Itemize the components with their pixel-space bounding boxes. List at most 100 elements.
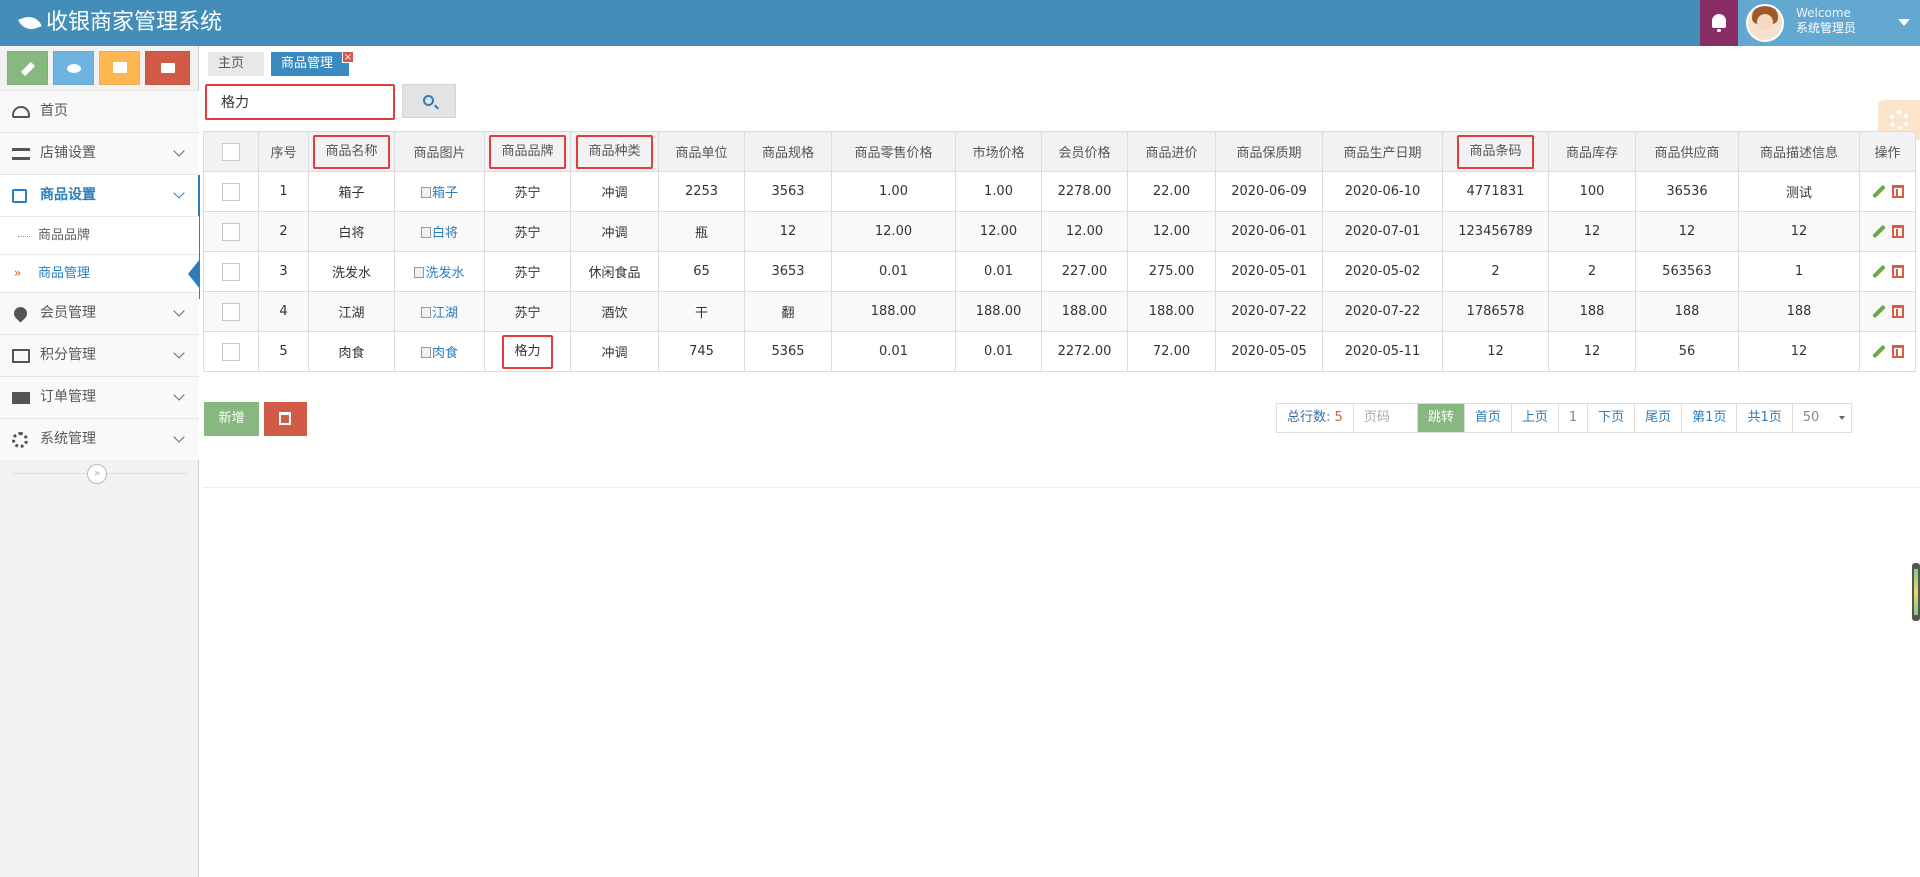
prev-page-button[interactable]: 上页	[1512, 404, 1559, 432]
last-page-button[interactable]: 尾页	[1635, 404, 1683, 432]
table-cell: 酒饮	[570, 291, 659, 332]
sidebar-collapse-button[interactable]: »	[87, 464, 107, 484]
column-header[interactable]: 商品供应商	[1635, 131, 1739, 172]
page-number-input[interactable]: 页码	[1354, 404, 1418, 432]
broken-image-icon	[420, 227, 431, 238]
trash-icon[interactable]	[1891, 185, 1904, 198]
tab-home[interactable]: 主页	[208, 52, 264, 76]
caret-down-icon	[1898, 19, 1910, 26]
product-table: 序号 商品名称 商品图片 商品品牌 商品种类 商品单位 商品规格 商品零售价格 …	[203, 131, 1916, 372]
edit-icon[interactable]	[1872, 345, 1885, 358]
shortcut-pencil-button[interactable]	[7, 51, 48, 85]
edit-icon[interactable]	[1872, 305, 1885, 318]
table-cell: 188.00	[1041, 291, 1128, 332]
table-cell: 0.01	[955, 331, 1042, 372]
sidebar-item-home[interactable]: 首页	[0, 90, 199, 132]
sidebar-subitem-brands[interactable]: 商品品牌	[0, 216, 199, 254]
shortcut-eye-button[interactable]	[53, 51, 94, 85]
column-header[interactable]: 商品单位	[658, 131, 745, 172]
column-header[interactable]: 序号	[258, 131, 309, 172]
row-checkbox[interactable]	[222, 262, 240, 281]
column-header[interactable]: 商品规格	[744, 131, 832, 172]
add-button[interactable]: 新增	[204, 402, 259, 436]
row-checkbox[interactable]	[222, 302, 240, 321]
product-image-link[interactable]: 洗发水	[414, 266, 465, 281]
user-menu[interactable]: Welcome 系统管理员	[1738, 0, 1920, 46]
column-header[interactable]: 会员价格	[1041, 131, 1128, 172]
trash-icon[interactable]	[1891, 345, 1904, 358]
column-header[interactable]: 商品库存	[1548, 131, 1636, 172]
page-size-select[interactable]: 50	[1793, 404, 1851, 432]
table-cell: 休闲食品	[570, 251, 659, 292]
table-cell: 5365	[744, 331, 832, 372]
shortcut-book-button[interactable]	[99, 51, 140, 85]
product-image-link[interactable]: 江湖	[420, 306, 458, 321]
search-input[interactable]	[221, 92, 381, 112]
trash-icon[interactable]	[1891, 305, 1904, 318]
column-header[interactable]: 商品进价	[1127, 131, 1216, 172]
search-button[interactable]	[402, 84, 456, 118]
table-cell: 5	[258, 331, 309, 372]
table-cell: 2020-05-02	[1322, 251, 1443, 292]
trash-icon[interactable]	[1891, 225, 1904, 238]
sidebar-item-system[interactable]: 系统管理	[0, 418, 199, 460]
table-cell: 3653	[744, 251, 832, 292]
sidebar-item-product-settings[interactable]: 商品设置	[0, 174, 200, 299]
edit-icon[interactable]	[1872, 185, 1885, 198]
scrollbar-thumb[interactable]	[1912, 563, 1920, 621]
first-page-button[interactable]: 首页	[1465, 404, 1512, 432]
current-page-number[interactable]: 1	[1559, 404, 1589, 432]
edit-icon[interactable]	[1872, 265, 1885, 278]
table-cell: 65	[658, 251, 745, 292]
table-cell: 12	[1738, 331, 1860, 372]
table-cell: 2020-07-01	[1322, 211, 1443, 252]
batch-delete-button[interactable]	[264, 402, 307, 436]
column-header[interactable]: 商品种类	[570, 131, 659, 172]
column-header[interactable]: 商品保质期	[1215, 131, 1323, 172]
column-header: 操作	[1859, 131, 1916, 172]
row-checkbox[interactable]	[222, 222, 240, 241]
column-header[interactable]: 商品生产日期	[1322, 131, 1443, 172]
sidebar-item-orders[interactable]: 订单管理	[0, 376, 199, 418]
close-icon[interactable]: ×	[342, 51, 354, 63]
table-row: 3 洗发水 洗发水 苏宁 休闲食品 65 3653 0.01 0.01 227.…	[203, 251, 1916, 292]
chevron-down-icon	[173, 145, 185, 157]
table-cell: 12.00	[831, 211, 956, 252]
sidebar-item-store-settings[interactable]: 店铺设置	[0, 132, 199, 174]
jump-button[interactable]: 跳转	[1417, 404, 1465, 432]
column-header[interactable]: 市场价格	[955, 131, 1042, 172]
column-header[interactable]: 商品描述信息	[1738, 131, 1860, 172]
table-cell: 冲调	[570, 211, 659, 252]
notifications-button[interactable]	[1700, 0, 1738, 46]
row-checkbox[interactable]	[222, 342, 240, 361]
column-header[interactable]: 商品零售价格	[831, 131, 956, 172]
table-cell: 275.00	[1127, 251, 1216, 292]
sidebar-subitem-label: 商品品牌	[38, 228, 91, 243]
table-cell: 2	[258, 211, 309, 252]
trash-icon[interactable]	[1891, 265, 1904, 278]
shortcut-folder-button[interactable]	[145, 51, 190, 85]
column-header[interactable]: 商品图片	[394, 131, 485, 172]
sidebar-subitem-product-management[interactable]: » 商品管理	[0, 254, 200, 292]
column-header[interactable]: 商品名称	[308, 131, 395, 172]
sidebar-item-points[interactable]: 积分管理	[0, 334, 199, 376]
table-cell: 0.01	[831, 251, 956, 292]
sidebar-item-members[interactable]: 会员管理	[0, 292, 199, 334]
column-header[interactable]: 商品品牌	[484, 131, 571, 172]
app-brand[interactable]: 收银商家管理系统	[18, 0, 222, 46]
product-image-link[interactable]: 白将	[420, 226, 458, 241]
table-cell: 123456789	[1442, 211, 1549, 252]
table-cell: 36536	[1635, 171, 1739, 212]
highlighted-header: 商品名称	[313, 134, 390, 169]
product-image-link[interactable]: 肉食	[420, 346, 458, 361]
row-checkbox[interactable]	[222, 182, 240, 201]
edit-icon[interactable]	[1872, 225, 1885, 238]
column-header[interactable]: 商品条码	[1442, 131, 1549, 172]
top-navbar: 收银商家管理系统 Welcome 系统管理员	[0, 0, 1920, 46]
broken-image-icon	[420, 347, 431, 358]
tab-product-management[interactable]: 商品管理	[271, 52, 349, 76]
select-all-checkbox[interactable]	[222, 142, 240, 161]
next-page-button[interactable]: 下页	[1588, 404, 1636, 432]
table-cell: 188	[1548, 291, 1636, 332]
product-image-link[interactable]: 箱子	[420, 186, 458, 201]
